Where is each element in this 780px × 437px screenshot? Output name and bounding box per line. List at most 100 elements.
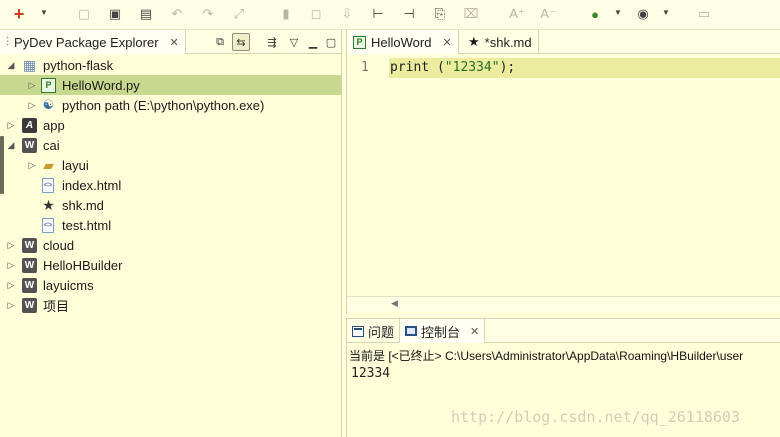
collapse-icon[interactable]: ▷ — [27, 80, 37, 91]
tree-label: layuicms — [43, 277, 94, 293]
tree-item-project[interactable]: ▷ W 项目 — [0, 295, 341, 315]
tree-item-cai[interactable]: ◢ W cai — [0, 135, 341, 155]
horizontal-scrollbar[interactable]: ◀ — [347, 296, 780, 312]
debug-icon[interactable]: ◉ — [634, 5, 652, 23]
run-dropdown-icon[interactable]: ▼ — [614, 8, 622, 17]
close-icon[interactable]: ✕ — [442, 36, 451, 49]
collapse-icon[interactable]: ▷ — [6, 240, 16, 251]
code-string: "12334" — [444, 60, 500, 75]
console-icon — [405, 326, 417, 336]
tree-item-index-html[interactable]: <> index.html — [0, 175, 341, 195]
run-icon[interactable]: ● — [586, 5, 604, 23]
save-all-icon[interactable]: ▣ — [106, 5, 124, 23]
tree-item-test-html[interactable]: <> test.html — [0, 215, 341, 235]
tab-label: HelloWord — [371, 34, 432, 50]
panel-resize-handle[interactable] — [0, 136, 4, 194]
new-file-icon[interactable]: ◻ — [307, 5, 325, 23]
web-project-icon: W — [22, 257, 37, 273]
tree-label: layui — [62, 157, 89, 173]
console-tabbar: 问题 控制台 ✕ — [347, 319, 780, 343]
markdown-file-icon: ★ — [42, 196, 55, 213]
code-token: print ( — [390, 60, 445, 75]
save-icon[interactable]: ▢ — [75, 5, 93, 23]
print-icon[interactable]: ▤ — [137, 5, 155, 23]
step-icon[interactable]: ⊢ — [369, 5, 387, 23]
filter-icon[interactable]: ⇶ — [263, 33, 281, 51]
tab-problems[interactable]: 问题 — [347, 319, 399, 343]
redo-icon[interactable]: ↷ — [199, 5, 217, 23]
tree-item-shk-md[interactable]: ★ shk.md — [0, 195, 341, 215]
step-out-icon[interactable]: ⊣ — [400, 5, 418, 23]
tab-helloword[interactable]: P HelloWord ✕ — [347, 30, 459, 54]
console-panel: 问题 控制台 ✕ 当前是 [<已终止> C:\Users\Administrat… — [346, 318, 780, 437]
expand-icon[interactable]: ◢ — [6, 60, 16, 71]
close-icon[interactable]: ✕ — [470, 325, 479, 338]
tree-label: cai — [43, 137, 60, 153]
new-icon[interactable]: + — [10, 4, 28, 24]
tree-item-python-path[interactable]: ▷ ☯ python path (E:\python\python.exe) — [0, 95, 341, 115]
python-interpreter-icon: ☯ — [42, 97, 55, 112]
collapse-all-icon[interactable]: ⧉ — [211, 33, 229, 51]
tree-label: index.html — [62, 177, 122, 193]
tree-label: python path (E:\python\python.exe) — [62, 97, 265, 113]
html-file-icon: <> — [42, 177, 54, 193]
code-line-1[interactable]: print ("12334"); — [390, 58, 515, 78]
close-icon[interactable]: ✕ — [170, 36, 179, 49]
tree-label: test.html — [62, 217, 112, 233]
import-icon[interactable]: ⇩ — [338, 5, 356, 23]
tree-item-layui[interactable]: ▷ ▰ layui — [0, 155, 341, 175]
undo-icon[interactable]: ↶ — [168, 5, 186, 23]
bookmark-icon[interactable]: ▮ — [277, 5, 295, 23]
scroll-left-icon[interactable]: ◀ — [391, 298, 398, 309]
collapse-icon[interactable]: ▷ — [27, 100, 37, 111]
debug-dropdown-icon[interactable]: ▼ — [662, 8, 670, 17]
web-project-icon: W — [22, 237, 37, 253]
collapse-icon[interactable]: ▷ — [6, 260, 16, 271]
minimize-icon[interactable]: ▁ — [304, 33, 322, 51]
collapse-icon[interactable]: ▷ — [6, 280, 16, 291]
editor-panel: P HelloWord ✕ ★ *shk.md 1 print ("12334"… — [346, 30, 780, 314]
problems-icon — [352, 325, 364, 337]
code-area[interactable]: 1 print ("12334"); — [347, 55, 780, 300]
package-explorer-icon: ⫶ — [6, 34, 10, 49]
tab-package-explorer[interactable]: ⫶ PyDev Package Explorer ✕ — [0, 30, 186, 54]
project-icon: ▦ — [22, 56, 37, 73]
format-icon[interactable]: ⤢ — [230, 5, 248, 23]
maximize-icon[interactable]: ▢ — [322, 33, 340, 51]
collapse-icon[interactable]: ▷ — [6, 120, 16, 131]
tree-item-cloud[interactable]: ▷ W cloud — [0, 235, 341, 255]
info-icon[interactable]: ▭ — [695, 5, 713, 23]
new-dropdown-icon[interactable]: ▼ — [40, 8, 48, 17]
console-status: 当前是 [<已终止> C:\Users\Administrator\AppDat… — [349, 349, 744, 363]
folder-icon: ▰ — [43, 156, 54, 173]
python-file-icon: P — [41, 77, 56, 93]
console-icon[interactable]: ⎘ — [431, 5, 449, 23]
view-menu-icon[interactable]: ▽ — [285, 33, 303, 51]
font-increase-icon[interactable]: A⁺ — [508, 5, 526, 23]
tree-label: HelloWord.py — [62, 77, 140, 93]
tab-label: *shk.md — [484, 34, 532, 50]
tree-item-python-flask[interactable]: ◢ ▦ python-flask — [0, 55, 341, 75]
tab-shk-md[interactable]: ★ *shk.md — [462, 30, 539, 54]
tree-label: python-flask — [43, 57, 114, 73]
tree-item-hellohbuilder[interactable]: ▷ W HelloHBuilder — [0, 255, 341, 275]
explorer-tabbar: ⫶ PyDev Package Explorer ✕ ⧉ ⇆ ⇶ ▽ ▁ ▢ — [0, 30, 341, 54]
html-file-icon: <> — [42, 217, 54, 233]
clear-icon[interactable]: ⌧ — [462, 5, 480, 23]
link-editor-icon[interactable]: ⇆ — [232, 33, 250, 51]
collapse-icon[interactable]: ▷ — [27, 160, 37, 171]
web-project-icon: W — [22, 137, 37, 153]
tree-item-helloword-py[interactable]: ▷ P HelloWord.py — [0, 75, 341, 95]
tree-label: 项目 — [43, 298, 70, 314]
tab-console[interactable]: 控制台 ✕ — [399, 319, 486, 343]
expand-icon[interactable]: ◢ — [6, 140, 16, 151]
watermark: http://blog.csdn.net/qq_26118603 — [451, 408, 740, 426]
line-number: 1 — [361, 60, 369, 75]
main-toolbar: + ▼ ▢ ▣ ▤ ↶ ↷ ⤢ ▮ ◻ ⇩ ⊢ ⊣ ⎘ ⌧ A⁺ A⁻ ● ▼ … — [0, 0, 780, 30]
tree-item-app[interactable]: ▷ A app — [0, 115, 341, 135]
explorer-title: PyDev Package Explorer — [14, 34, 159, 50]
tree-item-layuicms[interactable]: ▷ W layuicms — [0, 275, 341, 295]
collapse-icon[interactable]: ▷ — [6, 300, 16, 311]
font-decrease-icon[interactable]: A⁻ — [539, 5, 557, 23]
console-output[interactable]: 12334 — [351, 366, 390, 381]
